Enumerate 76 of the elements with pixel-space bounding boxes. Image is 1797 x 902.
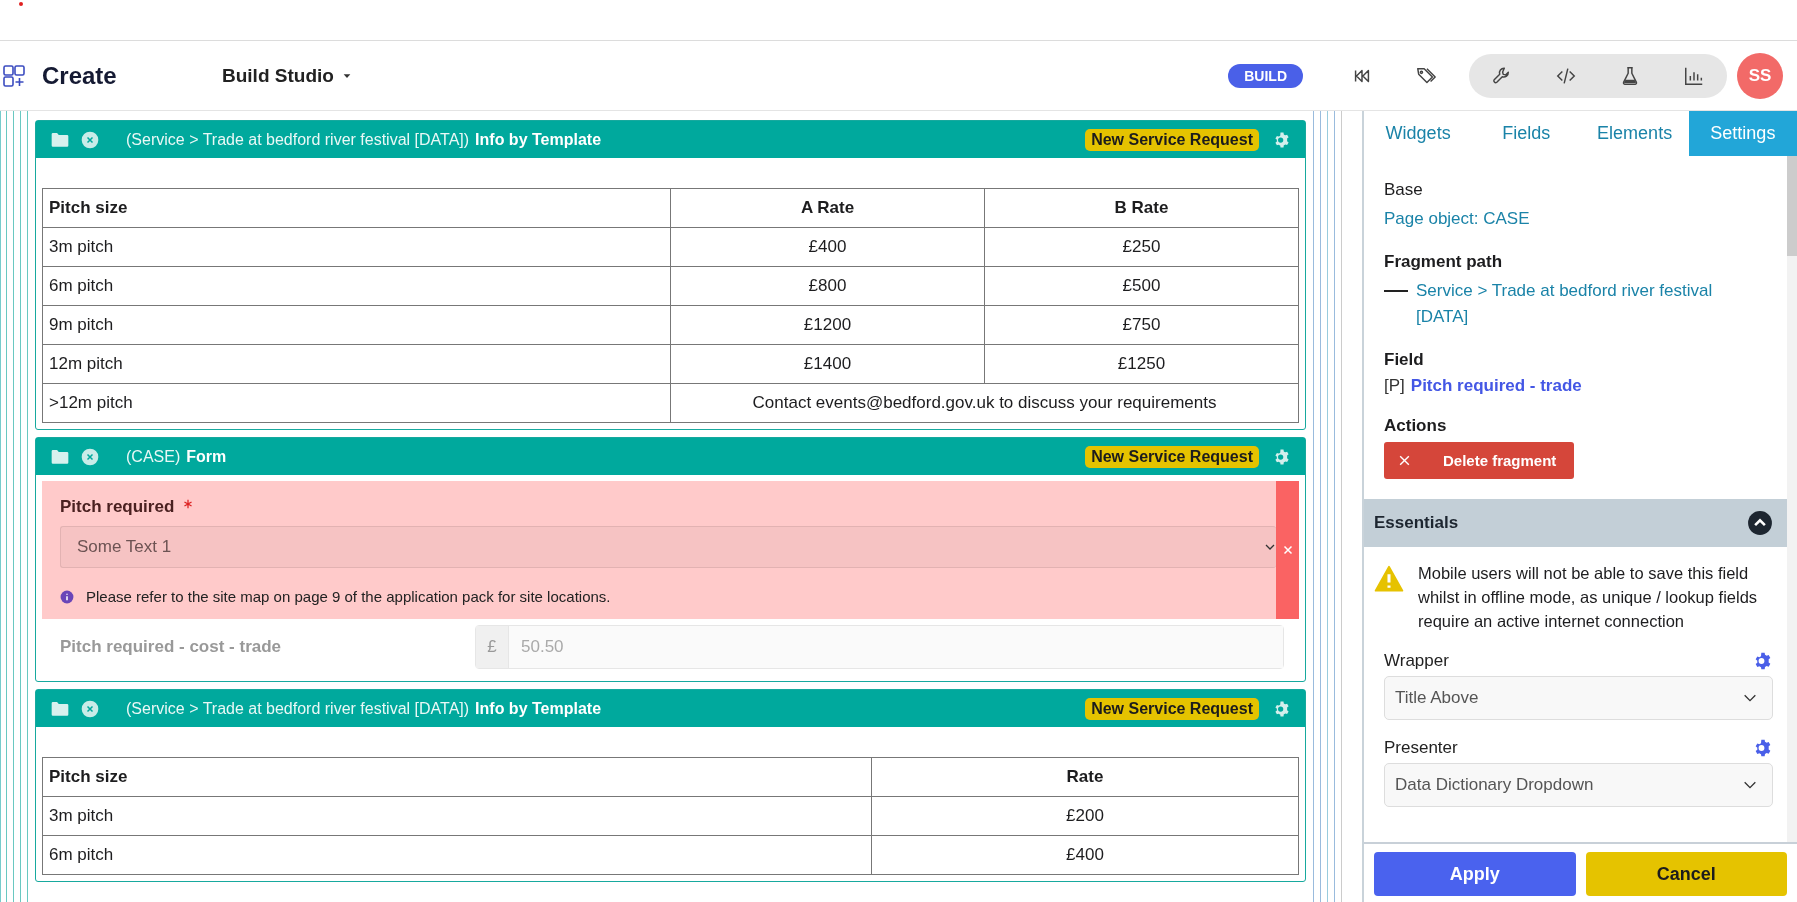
column-header: Pitch size <box>42 188 671 228</box>
fragment-title: Info by Template <box>475 699 602 718</box>
settings-icon[interactable] <box>1273 447 1291 466</box>
table-cell: 9m pitch <box>42 305 671 345</box>
field-label: Pitch required - cost - trade <box>60 637 283 657</box>
section-heading: Fragment path <box>1384 252 1504 272</box>
table-cell: £400 <box>670 227 985 267</box>
dash-icon <box>1384 290 1408 292</box>
table-cell: 6m pitch <box>42 266 671 306</box>
column-header: A Rate <box>670 188 985 228</box>
table-cell: £750 <box>984 305 1299 345</box>
warning-message: Mobile users will not be able to save this field whilst in offline mode, as unique / lookup fields require an active internet connection <box>1418 563 1759 632</box>
warning-icon <box>1374 565 1404 593</box>
table-cell: 3m pitch <box>42 227 671 267</box>
status-badge: New Service Request <box>1085 445 1259 468</box>
select-field[interactable]: Title Above <box>1384 676 1773 720</box>
close-icon <box>1398 454 1411 467</box>
section-heading: Base <box>1384 180 1424 200</box>
column-header: Pitch size <box>42 757 872 797</box>
table-cell: >12m pitch <box>42 383 671 423</box>
column-header: B Rate <box>984 188 1299 228</box>
dot-mark <box>19 2 23 6</box>
info-icon <box>60 589 74 604</box>
close-icon <box>1281 544 1294 556</box>
table-cell: £800 <box>670 266 985 306</box>
grid-plus-icon <box>2 63 26 88</box>
close-circle-icon[interactable] <box>80 698 100 719</box>
currency-prefix: £ <box>476 626 509 668</box>
table-cell: £1200 <box>670 305 985 345</box>
field-prefix: [P] <box>1384 376 1405 396</box>
scrollbar-thumb[interactable] <box>1787 156 1797 256</box>
table-cell: 12m pitch <box>42 344 671 384</box>
table-cell: Contact events@bedford.gov.uk to discuss your requirements <box>670 383 1299 423</box>
field-label: Presenter <box>1384 738 1458 758</box>
select-field[interactable]: Data Dictionary Dropdown <box>1384 763 1773 807</box>
status-badge: New Service Request <box>1085 697 1259 720</box>
table-cell: £500 <box>984 266 1299 306</box>
settings-icon[interactable] <box>1753 738 1773 758</box>
select-field[interactable]: Some Text 1 <box>60 526 1276 568</box>
app-title: Create <box>42 61 118 90</box>
fragment-path: (CASE) <box>126 447 181 466</box>
table-cell: £400 <box>871 835 1299 875</box>
settings-icon[interactable] <box>1273 130 1291 149</box>
settings-icon[interactable] <box>1273 699 1291 718</box>
table-cell: 6m pitch <box>42 835 872 875</box>
apply-button[interactable]: Apply <box>1374 852 1576 896</box>
studio-dropdown[interactable]: Build Studio <box>220 60 354 91</box>
settings-icon[interactable] <box>1753 651 1773 671</box>
cancel-button[interactable]: Cancel <box>1585 852 1787 896</box>
table-cell: £200 <box>871 796 1299 836</box>
fragment-title: Info by Template <box>475 130 602 149</box>
section-header-bar[interactable]: Essentials <box>1364 499 1787 547</box>
delete-fragment-button[interactable]: Delete fragment <box>1384 442 1575 479</box>
table-cell: £1400 <box>670 344 985 384</box>
fragment-path: (Service > Trade at bedford river festival [DATA]) <box>126 699 470 718</box>
close-circle-icon[interactable] <box>80 129 100 150</box>
section-heading: Field <box>1384 350 1425 370</box>
field-label: Wrapper <box>1384 651 1449 671</box>
fragment-path: (Service > Trade at bedford river festival [DATA]) <box>126 130 470 149</box>
help-text: Please refer to the site map on page 9 of the application pack for site locations. <box>86 588 611 605</box>
fragment-path-link[interactable]: Service > Trade at bedford river festival [DATA] <box>1416 278 1767 330</box>
page-object-link[interactable]: Page object: CASE <box>1384 206 1767 232</box>
fragment-title: Form <box>186 447 227 466</box>
field-link[interactable]: Pitch required - trade <box>1410 376 1582 396</box>
column-header: Rate <box>871 757 1299 797</box>
table-cell: 3m pitch <box>42 796 872 836</box>
user-avatar[interactable]: SS <box>1737 52 1783 99</box>
status-badge: New Service Request <box>1085 128 1259 151</box>
mode-badge: BUILD <box>1228 63 1303 88</box>
collapse-icon[interactable] <box>1747 510 1773 536</box>
table-cell: £250 <box>984 227 1299 267</box>
section-heading: Actions <box>1384 416 1448 436</box>
panel-tab[interactable]: Settings <box>1688 111 1797 156</box>
table-cell: £1250 <box>984 344 1299 384</box>
field-label: Pitch required <box>60 497 1276 517</box>
close-circle-icon[interactable] <box>80 446 100 467</box>
